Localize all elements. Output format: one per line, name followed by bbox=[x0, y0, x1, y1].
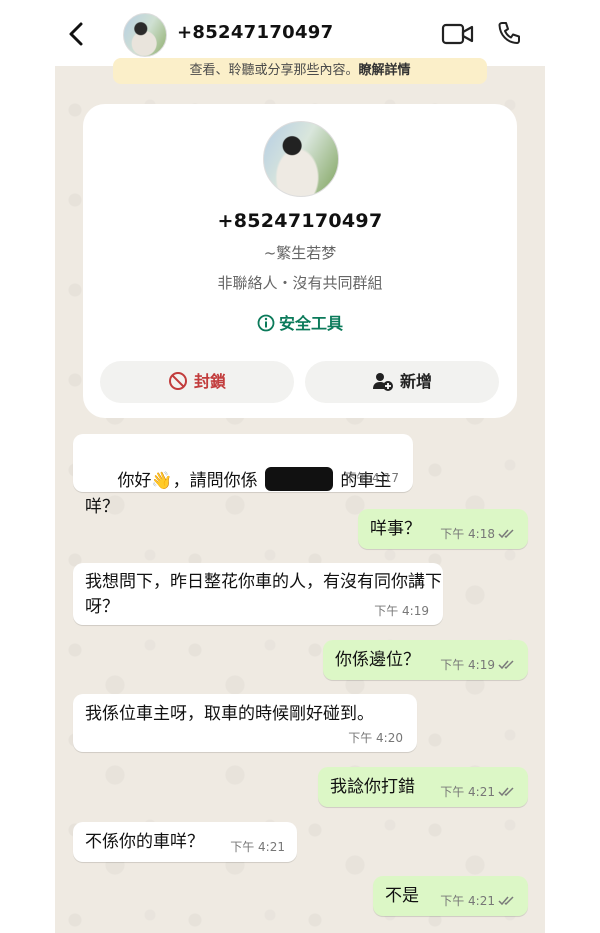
redacted-plate bbox=[265, 467, 334, 491]
contact-info-card: +85247170497 ~繁生若梦 非聯絡人・沒有共同群組 安全工具 封鎖 新… bbox=[83, 104, 517, 418]
profile-avatar[interactable] bbox=[263, 121, 339, 197]
message-bubble-incoming[interactable]: 我係位車主呀，取車的時候剛好碰到。 下午 4:20 bbox=[73, 694, 417, 752]
back-arrow-icon[interactable] bbox=[65, 20, 89, 48]
read-ticks-icon bbox=[498, 896, 514, 906]
message-bubble-outgoing[interactable]: 不是 下午 4:21 bbox=[373, 876, 528, 916]
message-bubble-incoming[interactable]: 我想問下，昨日整花你車的人，有沒有同你講下呀？ 下午 4:19 bbox=[73, 563, 443, 625]
message-text: 咩事？ bbox=[370, 519, 421, 539]
message-time-label: 下午 4:18 bbox=[440, 527, 495, 541]
read-ticks-icon bbox=[498, 529, 514, 539]
message-time: 下午 4:21 bbox=[440, 892, 516, 909]
read-ticks-icon bbox=[498, 660, 514, 670]
message-text: 不是 bbox=[385, 886, 419, 906]
message-text-part: 你好👋，請問你係 bbox=[117, 471, 264, 491]
contact-avatar[interactable] bbox=[123, 13, 167, 57]
message-time: 下午 4:18 bbox=[440, 525, 516, 542]
safety-tools-link[interactable]: 安全工具 bbox=[83, 310, 517, 334]
profile-number: +85247170497 bbox=[217, 210, 383, 232]
add-person-icon bbox=[372, 373, 393, 391]
message-time: 下午 4:19 bbox=[440, 656, 516, 673]
message-text: 我諗你打錯 bbox=[330, 777, 415, 797]
profile-nickname: ~繁生若梦 bbox=[263, 244, 337, 262]
read-ticks-icon bbox=[498, 787, 514, 797]
message-time-label: 下午 4:21 bbox=[440, 785, 495, 799]
safety-tools-label: 安全工具 bbox=[278, 314, 343, 333]
message-bubble-incoming[interactable]: 不係你的車咩？ 下午 4:21 bbox=[73, 822, 297, 862]
chat-screen: +85247170497 查看、聆聽或分享那些內容。瞭解詳情 +85247170… bbox=[55, 0, 545, 933]
message-time-label: 下午 4:21 bbox=[440, 894, 495, 908]
learn-more-link[interactable]: 瞭解詳情 bbox=[359, 63, 411, 78]
message-bubble-outgoing[interactable]: 我諗你打錯 下午 4:21 bbox=[318, 767, 528, 807]
profile-info: 非聯絡人・沒有共同群組 bbox=[217, 274, 383, 292]
message-bubble-outgoing[interactable]: 咩事？ 下午 4:18 bbox=[358, 509, 528, 549]
message-text: 你係邊位？ bbox=[335, 650, 420, 670]
message-time-label: 下午 4:19 bbox=[440, 658, 495, 672]
message-time: 下午 4:21 bbox=[230, 840, 285, 854]
info-icon bbox=[257, 314, 275, 332]
block-button[interactable]: 封鎖 bbox=[100, 361, 294, 403]
message-time: 下午 4:17 bbox=[344, 471, 399, 485]
message-bubble-outgoing[interactable]: 你係邊位？ 下午 4:19 bbox=[323, 640, 528, 680]
video-call-icon[interactable] bbox=[441, 22, 475, 46]
block-label: 封鎖 bbox=[193, 372, 226, 391]
add-label: 新增 bbox=[399, 372, 432, 391]
block-icon bbox=[168, 372, 187, 390]
add-contact-button[interactable]: 新增 bbox=[305, 361, 499, 403]
message-text: 我係位車主呀，取車的時候剛好碰到。 bbox=[85, 704, 374, 724]
message-time: 下午 4:20 bbox=[348, 731, 403, 745]
message-text: 不係你的車咩？ bbox=[85, 832, 204, 852]
message-bubble-incoming[interactable]: 你好👋，請問你係 的車主咩？ 下午 4:17 bbox=[73, 434, 413, 517]
chat-header: +85247170497 bbox=[55, 0, 545, 66]
message-text: 你好👋，請問你係 的車主咩？ bbox=[85, 441, 401, 546]
notice-text: 查看、聆聽或分享那些內容。 bbox=[189, 63, 359, 78]
contact-title[interactable]: +85247170497 bbox=[177, 22, 333, 43]
message-time: 下午 4:21 bbox=[440, 783, 516, 800]
encryption-notice: 查看、聆聽或分享那些內容。瞭解詳情 bbox=[113, 58, 487, 84]
voice-call-icon[interactable] bbox=[496, 20, 522, 46]
message-time: 下午 4:19 bbox=[374, 604, 429, 618]
